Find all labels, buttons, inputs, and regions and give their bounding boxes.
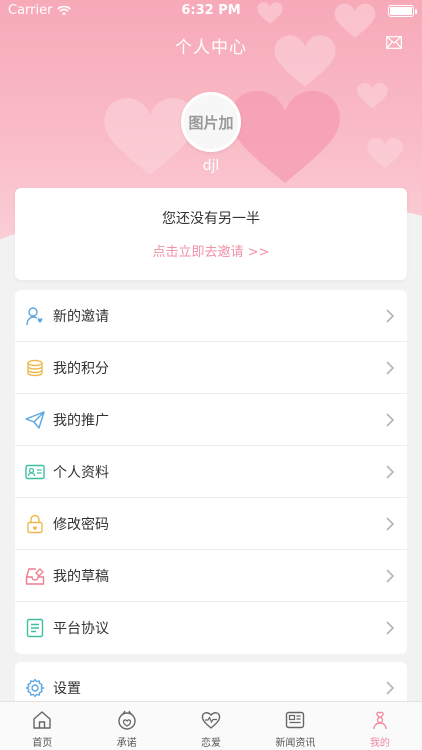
status-time: 6:32 PM bbox=[181, 3, 241, 18]
menu-item-label: 个人资料 bbox=[53, 464, 109, 481]
tab-label: 新闻资讯 bbox=[275, 738, 316, 749]
menu-item-label: 我的推广 bbox=[53, 412, 109, 429]
tab-home[interactable]: 首页 bbox=[0, 702, 84, 750]
menu-item-my-promotion[interactable]: 我的推广 bbox=[15, 394, 407, 446]
promise-icon bbox=[117, 710, 136, 730]
menu-item-personal-info[interactable]: 个人资料 bbox=[15, 446, 407, 498]
avatar[interactable]: 图片加 bbox=[181, 92, 241, 152]
chevron-right-icon bbox=[386, 681, 395, 695]
news-icon bbox=[286, 711, 305, 729]
heart-decoration bbox=[357, 82, 388, 109]
chevron-right-icon bbox=[386, 412, 395, 427]
chevron-right-icon bbox=[386, 308, 395, 323]
coins-icon bbox=[25, 358, 45, 378]
heart-icon bbox=[201, 712, 221, 729]
paper-plane-icon bbox=[25, 410, 45, 430]
invite-partner-link[interactable]: 点击立即去邀请 >> bbox=[15, 241, 407, 260]
partner-status-text: 您还没有另一半 bbox=[162, 211, 260, 227]
gear-icon bbox=[25, 678, 45, 698]
home-icon bbox=[33, 711, 51, 729]
chevron-right-icon bbox=[386, 464, 395, 479]
tab-love[interactable]: 恋爱 bbox=[169, 702, 253, 750]
profile-icon bbox=[373, 711, 387, 730]
menu-list: 新的邀请 我的积分 我的推广 个人资料 修改密码 我的草稿 平台协议 bbox=[15, 290, 407, 654]
menu-item-platform-agreement[interactable]: 平台协议 bbox=[15, 602, 407, 654]
battery-icon bbox=[388, 5, 417, 17]
lock-icon bbox=[25, 514, 45, 534]
partner-card: 您还没有另一半 点击立即去邀请 >> bbox=[15, 188, 407, 280]
tab-label: 首页 bbox=[32, 738, 53, 749]
menu-item-label: 我的草稿 bbox=[53, 568, 109, 585]
status-bar: Carrier 6:32 PM bbox=[0, 0, 422, 22]
tab-label: 我的 bbox=[369, 738, 390, 749]
chevron-right-icon bbox=[386, 568, 395, 583]
tab-bar: 首页 承诺 恋爱 新闻资讯 我的 bbox=[0, 701, 422, 750]
menu-item-label: 平台协议 bbox=[53, 621, 109, 637]
tab-news[interactable]: 新闻资讯 bbox=[253, 702, 337, 750]
avatar-placeholder-text: 图片加 bbox=[188, 113, 234, 132]
username: djl bbox=[202, 158, 220, 174]
menu-item-label: 新的邀请 bbox=[53, 308, 109, 325]
page-title: 个人中心 bbox=[175, 38, 247, 58]
menu-item-label: 我的积分 bbox=[53, 360, 109, 377]
menu-item-new-invitation[interactable]: 新的邀请 bbox=[15, 290, 407, 342]
chevron-right-icon bbox=[386, 516, 395, 531]
tab-label: 恋爱 bbox=[201, 738, 222, 749]
tab-promise[interactable]: 承诺 bbox=[84, 702, 168, 750]
tab-mine[interactable]: 我的 bbox=[338, 702, 422, 750]
menu-item-my-drafts[interactable]: 我的草稿 bbox=[15, 550, 407, 602]
chevron-right-icon bbox=[386, 621, 395, 635]
tab-label: 承诺 bbox=[116, 738, 137, 749]
menu-item-label: 修改密码 bbox=[53, 516, 109, 533]
id-card-icon bbox=[25, 462, 45, 482]
chevron-right-icon bbox=[386, 360, 395, 375]
menu-item-my-points[interactable]: 我的积分 bbox=[15, 342, 407, 394]
menu-item-change-password[interactable]: 修改密码 bbox=[15, 498, 407, 550]
person-add-icon bbox=[25, 306, 45, 326]
inbox-icon bbox=[25, 566, 45, 586]
mail-icon[interactable] bbox=[386, 36, 402, 49]
document-icon bbox=[25, 618, 45, 638]
menu-item-label: 设置 bbox=[53, 681, 81, 697]
